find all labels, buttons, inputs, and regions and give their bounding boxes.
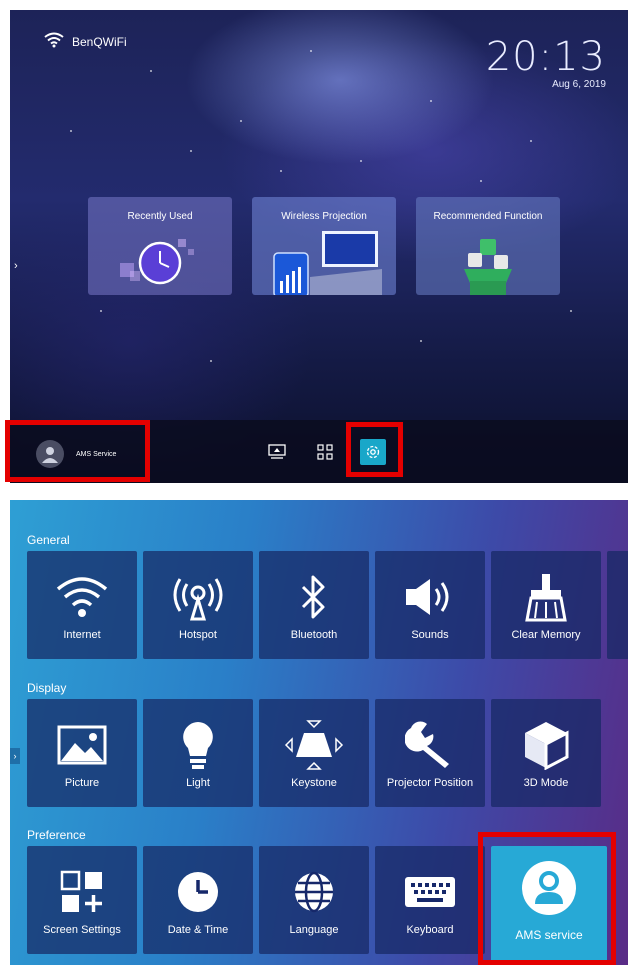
tile-label: Keyboard bbox=[406, 924, 454, 936]
keyboard-icon bbox=[375, 864, 485, 920]
tile-internet[interactable]: Internet bbox=[27, 551, 137, 659]
user-avatar-icon bbox=[491, 860, 607, 916]
network-name: BenQWiFi bbox=[72, 34, 127, 49]
home-screen: BenQWiFi 20:13 Aug 6, 2019 › Recently Us… bbox=[10, 10, 628, 483]
tile-screen-settings[interactable]: Screen Settings bbox=[27, 846, 137, 954]
card-label: Recommended Function bbox=[433, 211, 543, 222]
tile-label: Screen Settings bbox=[43, 924, 121, 936]
settings-gear-icon[interactable] bbox=[360, 439, 386, 465]
tile-label: Clear Memory bbox=[511, 629, 581, 641]
apps-box-icon bbox=[464, 239, 512, 295]
tile-label: Language bbox=[289, 924, 339, 936]
tile-keystone[interactable]: Keystone bbox=[259, 699, 369, 807]
card-recommended-function[interactable]: Recommended Function bbox=[416, 197, 560, 295]
wrench-icon bbox=[375, 717, 485, 773]
tile-label: Picture bbox=[64, 777, 100, 789]
bluetooth-icon bbox=[259, 569, 369, 625]
screen-cast-icon[interactable] bbox=[267, 442, 287, 462]
tile-keyboard[interactable]: Keyboard bbox=[375, 846, 485, 954]
screen-settings-icon bbox=[27, 864, 137, 920]
hotspot-icon bbox=[143, 569, 253, 625]
section-general: General bbox=[27, 533, 70, 547]
tile-label: 3D Mode bbox=[523, 777, 569, 789]
tile-label: Bluetooth bbox=[290, 629, 338, 641]
tile-label: Hotspot bbox=[179, 629, 217, 641]
tile-label: Projector Position bbox=[386, 777, 474, 789]
lightbulb-icon bbox=[143, 717, 253, 773]
card-label: Recently Used bbox=[127, 211, 193, 222]
cube-icon bbox=[491, 717, 601, 773]
tile-label: Date & Time bbox=[167, 924, 229, 936]
clock-time: 20:13 bbox=[485, 34, 606, 80]
card-wireless-projection[interactable]: Wireless Projection bbox=[252, 197, 396, 295]
card-recently-used[interactable]: Recently Used bbox=[88, 197, 232, 295]
tile-3d-mode[interactable]: 3D Mode bbox=[491, 699, 601, 807]
settings-screen: › General Display Preference Internet Ho… bbox=[10, 500, 628, 965]
section-display: Display bbox=[27, 681, 67, 695]
tile-bluetooth[interactable]: Bluetooth bbox=[259, 551, 369, 659]
tile-light[interactable]: Light bbox=[143, 699, 253, 807]
section-preference: Preference bbox=[27, 828, 86, 842]
apps-grid-icon[interactable] bbox=[315, 442, 335, 462]
tile-label: Keystone bbox=[291, 777, 337, 789]
tile-sounds[interactable]: Sounds bbox=[375, 551, 485, 659]
tile-projector-position[interactable]: Projector Position bbox=[375, 699, 485, 807]
chevron-right-icon[interactable]: › bbox=[10, 748, 20, 764]
profile-ams-service[interactable]: AMS Service bbox=[36, 440, 116, 468]
tile-picture[interactable]: Picture bbox=[27, 699, 137, 807]
user-avatar-icon bbox=[36, 440, 64, 468]
tile-label: Internet bbox=[63, 629, 101, 641]
clock-icon bbox=[120, 239, 194, 285]
picture-icon bbox=[27, 717, 137, 773]
chevron-right-icon[interactable]: › bbox=[14, 260, 18, 272]
broom-icon bbox=[491, 569, 601, 625]
tile-label: AMS service bbox=[515, 928, 583, 942]
globe-icon bbox=[259, 864, 369, 920]
clock-icon bbox=[143, 864, 253, 920]
tile-clear-memory[interactable]: Clear Memory bbox=[491, 551, 601, 659]
tile-partial[interactable] bbox=[607, 551, 628, 659]
speaker-icon bbox=[375, 569, 485, 625]
wifi-icon bbox=[27, 569, 137, 625]
clock-date: Aug 6, 2019 bbox=[552, 79, 606, 90]
tile-label: Light bbox=[186, 777, 210, 789]
network-status: BenQWiFi bbox=[44, 32, 127, 51]
tile-hotspot[interactable]: Hotspot bbox=[143, 551, 253, 659]
keystone-icon bbox=[259, 717, 369, 773]
card-label: Wireless Projection bbox=[281, 211, 367, 222]
wifi-icon bbox=[44, 32, 64, 51]
tile-date-time[interactable]: Date & Time bbox=[143, 846, 253, 954]
phone-screen-icon bbox=[273, 231, 382, 295]
tile-label: Sounds bbox=[411, 629, 449, 641]
tile-language[interactable]: Language bbox=[259, 846, 369, 954]
tile-ams-service[interactable]: AMS service bbox=[491, 846, 607, 962]
profile-label: AMS Service bbox=[76, 450, 117, 458]
